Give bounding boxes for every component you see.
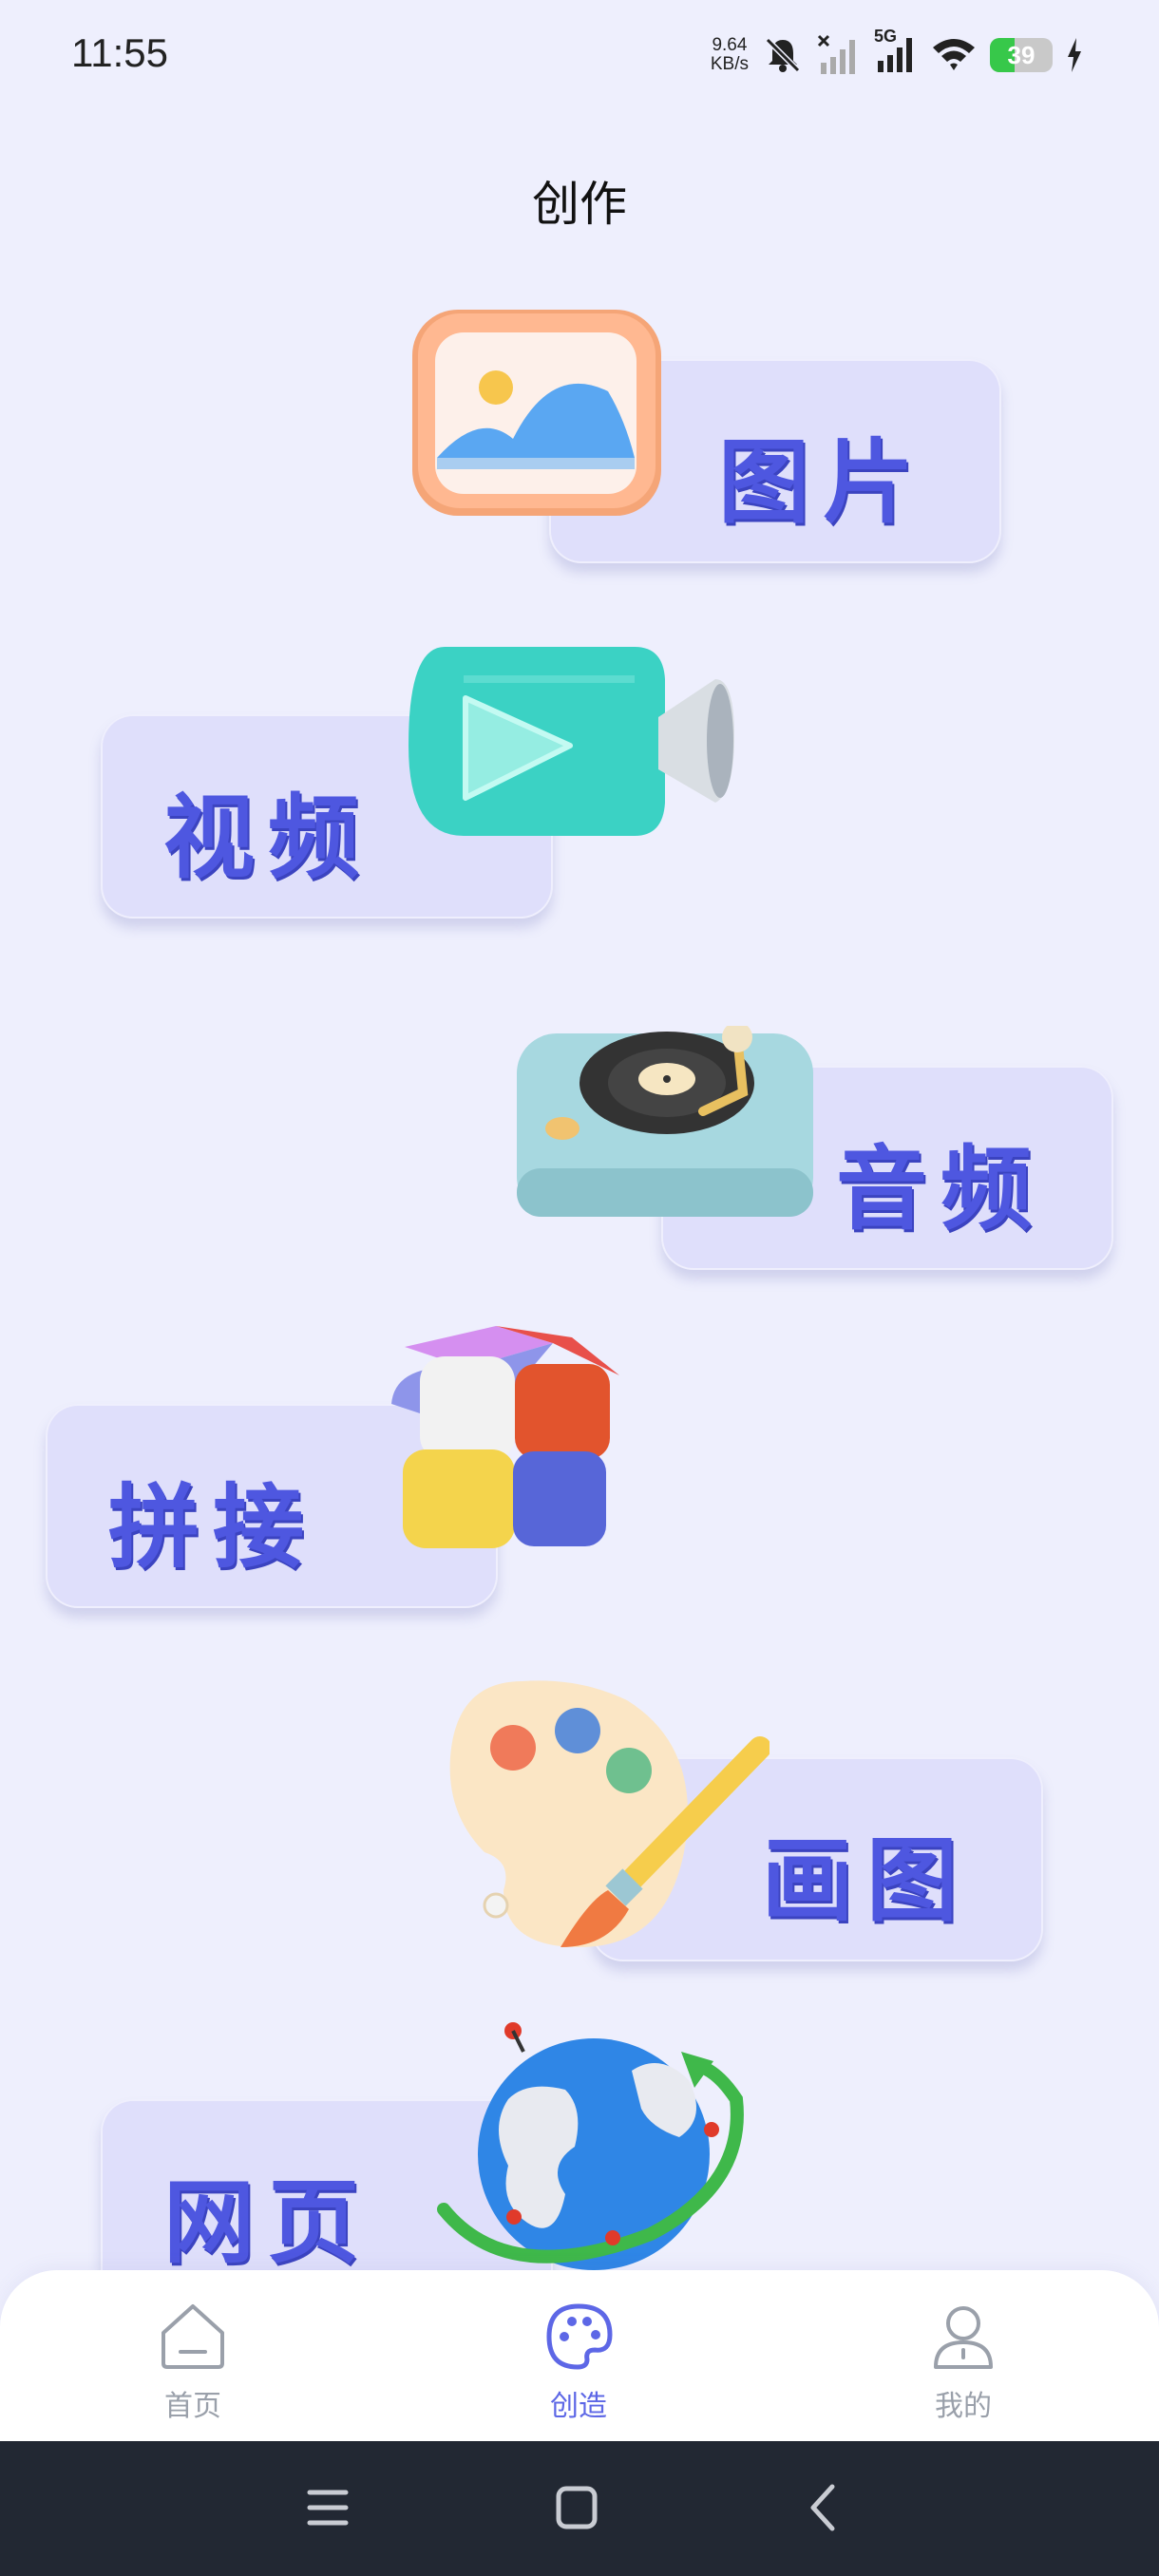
bottom-nav: 首页 创造 我的 xyxy=(0,2270,1159,2441)
battery-icon: 39 xyxy=(990,38,1053,72)
back-icon[interactable] xyxy=(804,2479,842,2536)
battery-level: 39 xyxy=(1007,41,1036,69)
card-label: 音频 xyxy=(836,1136,1045,1242)
charging-icon xyxy=(1068,38,1081,72)
palette-icon xyxy=(546,2303,613,2370)
card-label: 视频 xyxy=(163,785,372,891)
image-icon xyxy=(412,310,661,516)
system-nav-bar xyxy=(0,2441,1159,2576)
blocks-icon xyxy=(391,1326,619,1548)
nav-home[interactable]: 首页 xyxy=(98,2301,288,2424)
turntable-icon xyxy=(517,1026,813,1217)
net-speed-value: 9.64 xyxy=(712,35,748,55)
home-icon xyxy=(162,2304,224,2369)
card-label: 画图 xyxy=(762,1828,971,1934)
net-speed-unit: KB/s xyxy=(710,54,749,74)
wifi-icon xyxy=(933,39,975,70)
nav-label: 我的 xyxy=(935,2390,992,2423)
globe-icon xyxy=(437,2022,744,2270)
page-title: 创作 xyxy=(532,177,627,232)
nav-mine[interactable]: 我的 xyxy=(868,2301,1058,2424)
video-camera-icon xyxy=(408,647,734,836)
status-time: 11:55 xyxy=(71,30,168,75)
net-speed: 9.64 KB/s xyxy=(711,36,749,74)
signal-5g: 5G xyxy=(874,27,918,78)
home-square-icon[interactable] xyxy=(553,2479,600,2536)
card-label: 拼接 xyxy=(108,1474,317,1581)
nav-label: 创造 xyxy=(550,2390,607,2423)
card-label: 网页 xyxy=(163,2169,372,2276)
network-type: 5G xyxy=(874,27,898,46)
card-label: 图片 xyxy=(718,429,927,536)
palette-icon xyxy=(449,1680,770,1947)
status-bar: 11:55 9.64 KB/s 5G 39 xyxy=(0,0,1159,104)
no-signal-icon xyxy=(817,34,855,74)
menu-icon[interactable] xyxy=(306,2479,350,2536)
status-icons: 9.64 KB/s 5G 39 xyxy=(711,27,1083,84)
mute-bell-icon xyxy=(765,37,801,73)
profile-icon xyxy=(934,2306,993,2369)
nav-create[interactable]: 创造 xyxy=(484,2301,674,2424)
nav-label: 首页 xyxy=(164,2390,221,2423)
